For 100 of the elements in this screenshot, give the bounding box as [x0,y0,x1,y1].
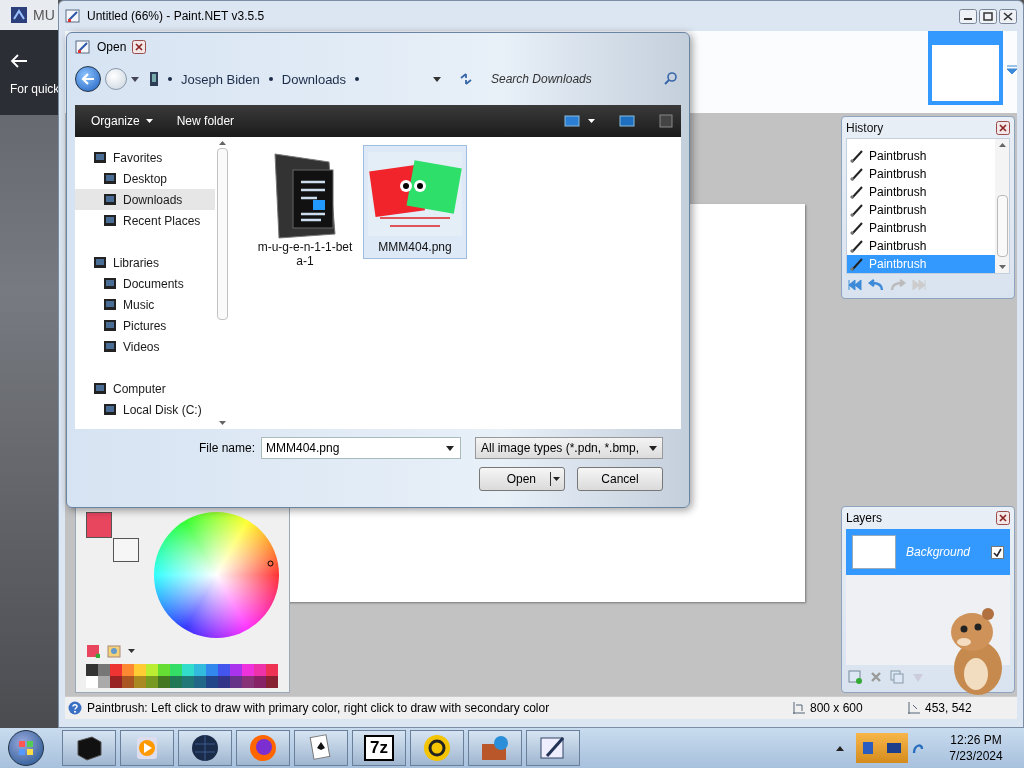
search-field[interactable]: Search Downloads [485,68,681,90]
nav-item[interactable]: Recent Places [75,210,215,231]
monitor-icon [93,150,107,165]
nav-item[interactable]: Computer [75,378,215,399]
file-name: MMM404.png [377,240,453,254]
play-icon [135,735,159,761]
breadcrumb-item[interactable]: Downloads [281,71,347,87]
monitor-icon [103,213,117,228]
close-icon[interactable] [996,511,1010,525]
playing-cards-icon [309,734,333,762]
palette-icon[interactable] [106,644,122,658]
undo-icon[interactable] [868,278,884,291]
caret-icon[interactable] [588,119,595,123]
dropdown-arrow-icon[interactable] [1007,65,1017,75]
dialog-title: Open [97,40,127,54]
app-icon [75,39,91,55]
caret-icon [649,445,657,451]
nav-item[interactable]: Pictures [75,315,215,336]
scroll-down-icon[interactable] [218,421,226,425]
address-bar[interactable]: Joseph Biden Downloads [143,67,447,91]
scroll-up-icon[interactable] [218,141,226,145]
scroll-up-icon[interactable] [998,143,1006,147]
primary-color-swatch[interactable] [86,512,112,538]
show-hidden-icons[interactable] [836,745,844,751]
file-name: m-u-g-e-n-1-1-beta-1 [256,240,354,268]
open-button[interactable]: Open [479,467,565,491]
minimize-icon[interactable] [959,8,977,24]
nav-item[interactable]: Local Disk (C:) [75,399,215,420]
nav-label: Desktop [123,171,168,186]
history-label: Paintbrush [869,167,927,181]
secondary-color-swatch[interactable] [113,538,139,562]
back-button[interactable] [75,66,101,92]
archive-logo: 7z [364,735,394,761]
restore-icon [423,734,451,762]
color-marker-icon [266,560,274,567]
history-item[interactable]: Paintbrush [847,201,995,219]
clock-time: 12:26 PM [950,732,1002,748]
refresh-icon[interactable] [459,72,473,86]
history-label: Paintbrush [869,203,927,217]
history-item[interactable]: Paintbrush [847,183,995,201]
add-color-icon[interactable] [86,644,100,658]
file-name-field[interactable]: MMM404.png [261,437,461,459]
clock[interactable]: 12:26 PM 7/23/2024 [928,732,1024,764]
close-icon[interactable] [996,120,1010,135]
breadcrumb-item[interactable]: Joseph Biden [181,71,260,87]
cancel-button[interactable]: Cancel [577,467,663,491]
layer-thumbnail [852,535,896,569]
history-item[interactable]: Paintbrush [847,147,995,165]
taskbar-button[interactable] [62,730,116,766]
paint-icon [539,734,567,762]
monitor-icon [103,276,117,291]
cursor-position: 453, 542 [925,701,972,715]
nav-label: Downloads [123,192,183,207]
panel-title: History [846,120,884,135]
nav-item[interactable]: Downloads [75,189,215,210]
search-icon[interactable] [664,72,677,85]
check-icon [993,547,1002,557]
history-item[interactable]: Paintbrush [847,165,995,183]
caret-icon[interactable] [446,446,454,451]
nav-item[interactable]: Libraries [75,252,215,273]
nav-item[interactable]: Desktop [75,168,215,189]
checkbox[interactable] [991,545,1004,559]
taskbar-button[interactable] [526,730,580,766]
rewind-icon[interactable] [848,278,862,291]
file-item[interactable]: m-u-g-e-n-1-1-beta-1 [253,145,357,273]
close-icon[interactable] [132,40,147,54]
nav-label: Music [123,297,155,312]
scrollbar-thumb[interactable] [216,148,228,320]
image-size-icon [792,701,806,715]
caret-icon[interactable] [131,76,139,82]
file-type-dropdown[interactable]: All image types (*.pdn, *.bmp, [475,437,663,459]
taskbar-button[interactable]: 7z [352,730,406,766]
scroll-down-icon[interactable] [998,265,1006,269]
toolbar-button[interactable]: Organize [83,111,161,131]
network-icon[interactable] [912,741,924,755]
back-arrow-icon[interactable] [10,54,28,68]
nav-item[interactable]: Documents [75,273,215,294]
image-thumbnail[interactable] [928,31,1003,105]
close-icon[interactable] [999,8,1017,24]
caret-icon[interactable] [433,76,441,82]
taskbar-button[interactable] [178,730,232,766]
nav-item[interactable]: Videos [75,336,215,357]
nav-label: Videos [123,339,160,354]
file-item[interactable]: MMM404.png [363,145,467,259]
nav-item[interactable]: Music [75,294,215,315]
color-palette[interactable] [86,664,279,688]
scrollbar-thumb[interactable] [996,195,1008,257]
tray-icon[interactable] [862,741,874,755]
start-button[interactable] [8,730,44,766]
monitor-icon[interactable] [886,742,902,754]
history-item[interactable]: Paintbrush [847,219,995,237]
nav-item[interactable]: Favorites [75,147,215,168]
toolbar-button[interactable]: New folder [168,111,243,131]
caret-icon[interactable] [128,649,135,653]
nav-label: Recent Places [123,213,201,228]
maximize-icon[interactable] [979,8,997,24]
taskbar-button[interactable] [410,730,464,766]
paintbrush-icon [850,203,864,217]
history-item[interactable]: Paintbrush [847,237,995,255]
cube-icon [75,735,103,761]
